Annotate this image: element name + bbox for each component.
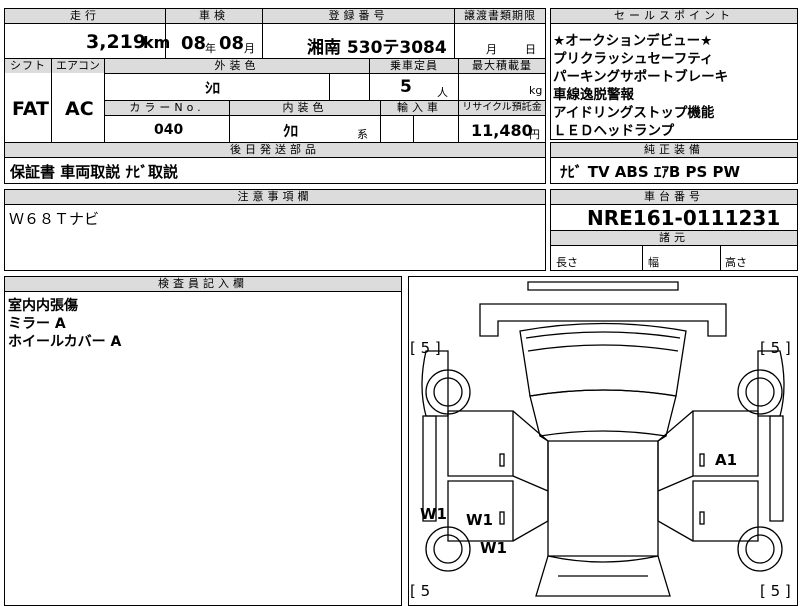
inspector-note-1: 室内内張傷	[8, 298, 78, 314]
inspection-month: 08	[219, 33, 245, 54]
aircon-header: エアコン	[52, 59, 104, 73]
top-left-table	[4, 8, 546, 143]
later-parts-value: 保証書 車両取説 ﾅﾋﾞ取説	[10, 163, 178, 181]
sales-point-3: パーキングサポートブレーキ	[553, 69, 729, 85]
tire-mark-bottom-left: [ 5	[410, 582, 431, 600]
exterior-color-header: 外装色	[105, 59, 369, 73]
max-load-unit: kg	[529, 84, 543, 97]
month-unit: 月	[244, 42, 255, 55]
sales-points-header: セールスポイント	[551, 9, 797, 23]
car-diagram	[421, 281, 785, 597]
length-label: 長さ	[556, 256, 578, 269]
interior-color-value: ｸﾛ	[283, 122, 299, 140]
damage-mark-w1-low: W1	[480, 539, 507, 557]
transfer-day-unit: 日	[525, 43, 536, 56]
shift-header: シフト	[5, 59, 51, 73]
damage-mark-w1-mid: W1	[466, 511, 493, 529]
aircon-value: AC	[65, 98, 94, 120]
registration-header: 登録番号	[263, 9, 454, 23]
sales-point-4: 車線逸脱警報	[553, 87, 634, 103]
capacity-header: 乗車定員	[370, 59, 458, 73]
tire-mark-bottom-right: [ 5 ]	[760, 582, 791, 600]
sales-point-5: アイドリングストップ機能	[553, 105, 715, 121]
mileage-header: 走行	[5, 9, 165, 23]
tire-mark-top-left: [ 5 ]	[410, 339, 441, 357]
equipment-value: ﾅﾋﾞ TV ABS ｴｱB PS PW	[560, 163, 741, 181]
equipment-header: 純正装備	[551, 143, 797, 157]
transfer-deadline-header: 譲渡書類期限	[455, 9, 545, 23]
chassis-header: 車台番号	[551, 190, 797, 204]
interior-color-header: 内装色	[230, 101, 380, 115]
import-header: 輸入車	[381, 101, 458, 115]
inspection-year: 08	[181, 33, 207, 54]
transfer-month-unit: 月	[486, 43, 497, 56]
width-label: 幅	[648, 256, 659, 269]
capacity-unit: 人	[437, 86, 448, 99]
dimensions-header: 諸元	[551, 231, 797, 245]
height-label: 高さ	[725, 256, 747, 269]
inspector-note-2: ミラー A	[8, 316, 66, 332]
recycle-fee-unit: 円	[529, 128, 540, 141]
tire-mark-top-right: [ 5 ]	[760, 339, 791, 357]
mileage-value: 3,219	[86, 31, 147, 53]
recycle-header: リサイクル預託金	[459, 101, 545, 115]
notes-header: 注意事項欄	[5, 190, 545, 204]
inspector-header: 検査員記入欄	[5, 277, 401, 291]
inspector-note-3: ホイールカバー A	[8, 334, 122, 350]
recycle-fee-value: 11,480	[471, 121, 533, 140]
sales-point-1: ★オークションデビュー★	[553, 33, 713, 49]
sales-point-2: プリクラッシュセーフティ	[553, 51, 714, 67]
interior-color-suffix: 系	[357, 128, 368, 141]
exterior-color-value: ｼﾛ	[205, 79, 221, 97]
chassis-value: NRE161-0111231	[587, 206, 781, 230]
year-unit: 年	[205, 42, 216, 55]
shift-value: FAT	[12, 98, 49, 120]
damage-mark-w1-left: W1	[420, 505, 447, 523]
registration-value: 湘南 530テ3084	[307, 38, 447, 58]
later-parts-header: 後日発送部品	[5, 143, 545, 157]
inspection-header: 車検	[166, 9, 262, 23]
damage-mark-a1: A1	[715, 451, 738, 469]
max-load-header: 最大積載量	[459, 59, 545, 73]
notes-value: Ｗ６８Ｔナビ	[9, 210, 100, 228]
mileage-unit: km	[143, 33, 171, 52]
capacity-value: 5	[400, 77, 412, 97]
sales-point-6: ＬＥＤヘッドランプ	[553, 123, 675, 139]
color-no-header: カラーNo.	[105, 101, 229, 115]
color-no-value: 040	[154, 122, 184, 138]
